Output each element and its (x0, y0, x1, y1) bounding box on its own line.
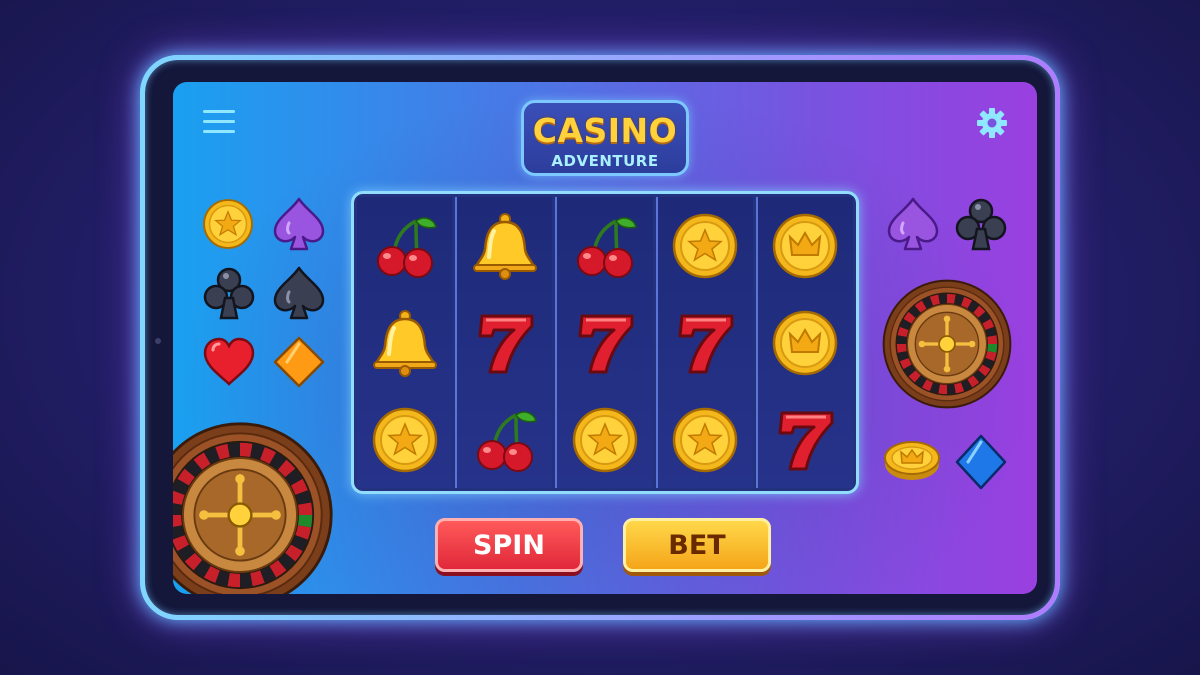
coin-star-icon (369, 404, 441, 476)
coin-star-icon (569, 404, 641, 476)
coin-crown-icon (769, 210, 841, 282)
heart-red-icon (201, 336, 257, 388)
title-sub: ADVENTURE (551, 152, 659, 170)
cherry-icon (569, 210, 641, 282)
cherry-icon (369, 210, 441, 282)
reel-3 (555, 197, 653, 488)
diamond-blue-icon (953, 432, 1009, 492)
game-title-logo: CASINO ADVENTURE (521, 100, 689, 176)
title-main: CASINO (532, 111, 678, 150)
roulette-wheel-right-icon (881, 278, 1013, 410)
seven-icon (769, 404, 841, 476)
bell-icon (469, 210, 541, 282)
reel-2 (455, 197, 553, 488)
seven-icon (669, 307, 741, 379)
spin-button[interactable]: SPIN (435, 518, 583, 572)
spade-purple-icon (271, 195, 327, 253)
club-dark-icon (201, 264, 257, 322)
reel-1 (357, 197, 453, 488)
roulette-wheel-left-icon (173, 420, 335, 594)
spade-purple-right-icon (885, 195, 941, 253)
coin-star-icon (201, 197, 255, 251)
bell-icon (369, 307, 441, 379)
gear-icon[interactable] (975, 106, 1009, 140)
tablet-frame: CASINO ADVENTURE SPIN BET (140, 55, 1060, 620)
slot-reels (351, 191, 859, 494)
reel-4 (655, 197, 753, 488)
seven-icon (469, 307, 541, 379)
seven-icon (569, 307, 641, 379)
coin-crown-icon (769, 307, 841, 379)
diamond-orange-icon (271, 334, 327, 390)
reel-5 (755, 197, 854, 488)
coin-star-icon (669, 210, 741, 282)
club-dark-right-icon (953, 195, 1009, 253)
coin-star-icon (669, 404, 741, 476)
coin-crown-right-icon (883, 438, 941, 482)
camera-dot (155, 338, 161, 344)
game-screen: CASINO ADVENTURE SPIN BET (173, 82, 1037, 594)
hamburger-menu-icon[interactable] (203, 110, 235, 136)
spade-dark-icon (271, 264, 327, 322)
cherry-icon (469, 404, 541, 476)
bet-button[interactable]: BET (623, 518, 771, 572)
